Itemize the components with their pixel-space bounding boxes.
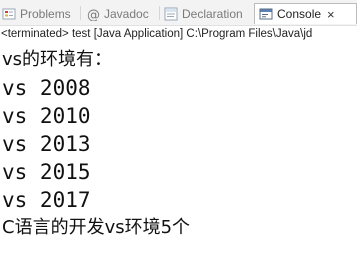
tab-console[interactable]: Console × [254,3,357,24]
at-icon: @ [86,7,100,23]
tab-separator [80,6,81,20]
tab-declaration[interactable]: Declaration [164,3,243,24]
console-line: vs 2017 [2,188,91,212]
console-line: C语言的开发vs环境5个 [2,217,191,238]
declaration-icon [164,7,178,21]
console-line: vs 2010 [2,104,91,128]
console-line: vs的环境有： [2,49,113,70]
svg-text:@: @ [87,8,100,21]
problems-icon [2,7,16,21]
console-icon [259,7,273,21]
tab-declaration-label: Declaration [182,6,243,21]
view-tab-bar: Problems @ Javadoc Declaration Console × [0,0,357,26]
tab-separator [159,6,160,20]
tab-problems-label: Problems [20,6,71,21]
console-line: vs 2008 [2,76,91,100]
tab-javadoc[interactable]: @ Javadoc [86,3,149,24]
close-icon[interactable]: × [327,7,335,22]
console-line: vs 2013 [2,132,91,156]
console-output[interactable]: vs的环境有： vs 2008 vs 2010 vs 2013 vs 2015 … [2,46,190,242]
console-line: vs 2015 [2,160,91,184]
tab-javadoc-label: Javadoc [104,6,149,21]
tab-problems[interactable]: Problems [2,3,71,24]
console-status-text: <terminated> test [Java Application] C:\… [1,28,313,40]
tab-console-label: Console [277,7,322,21]
